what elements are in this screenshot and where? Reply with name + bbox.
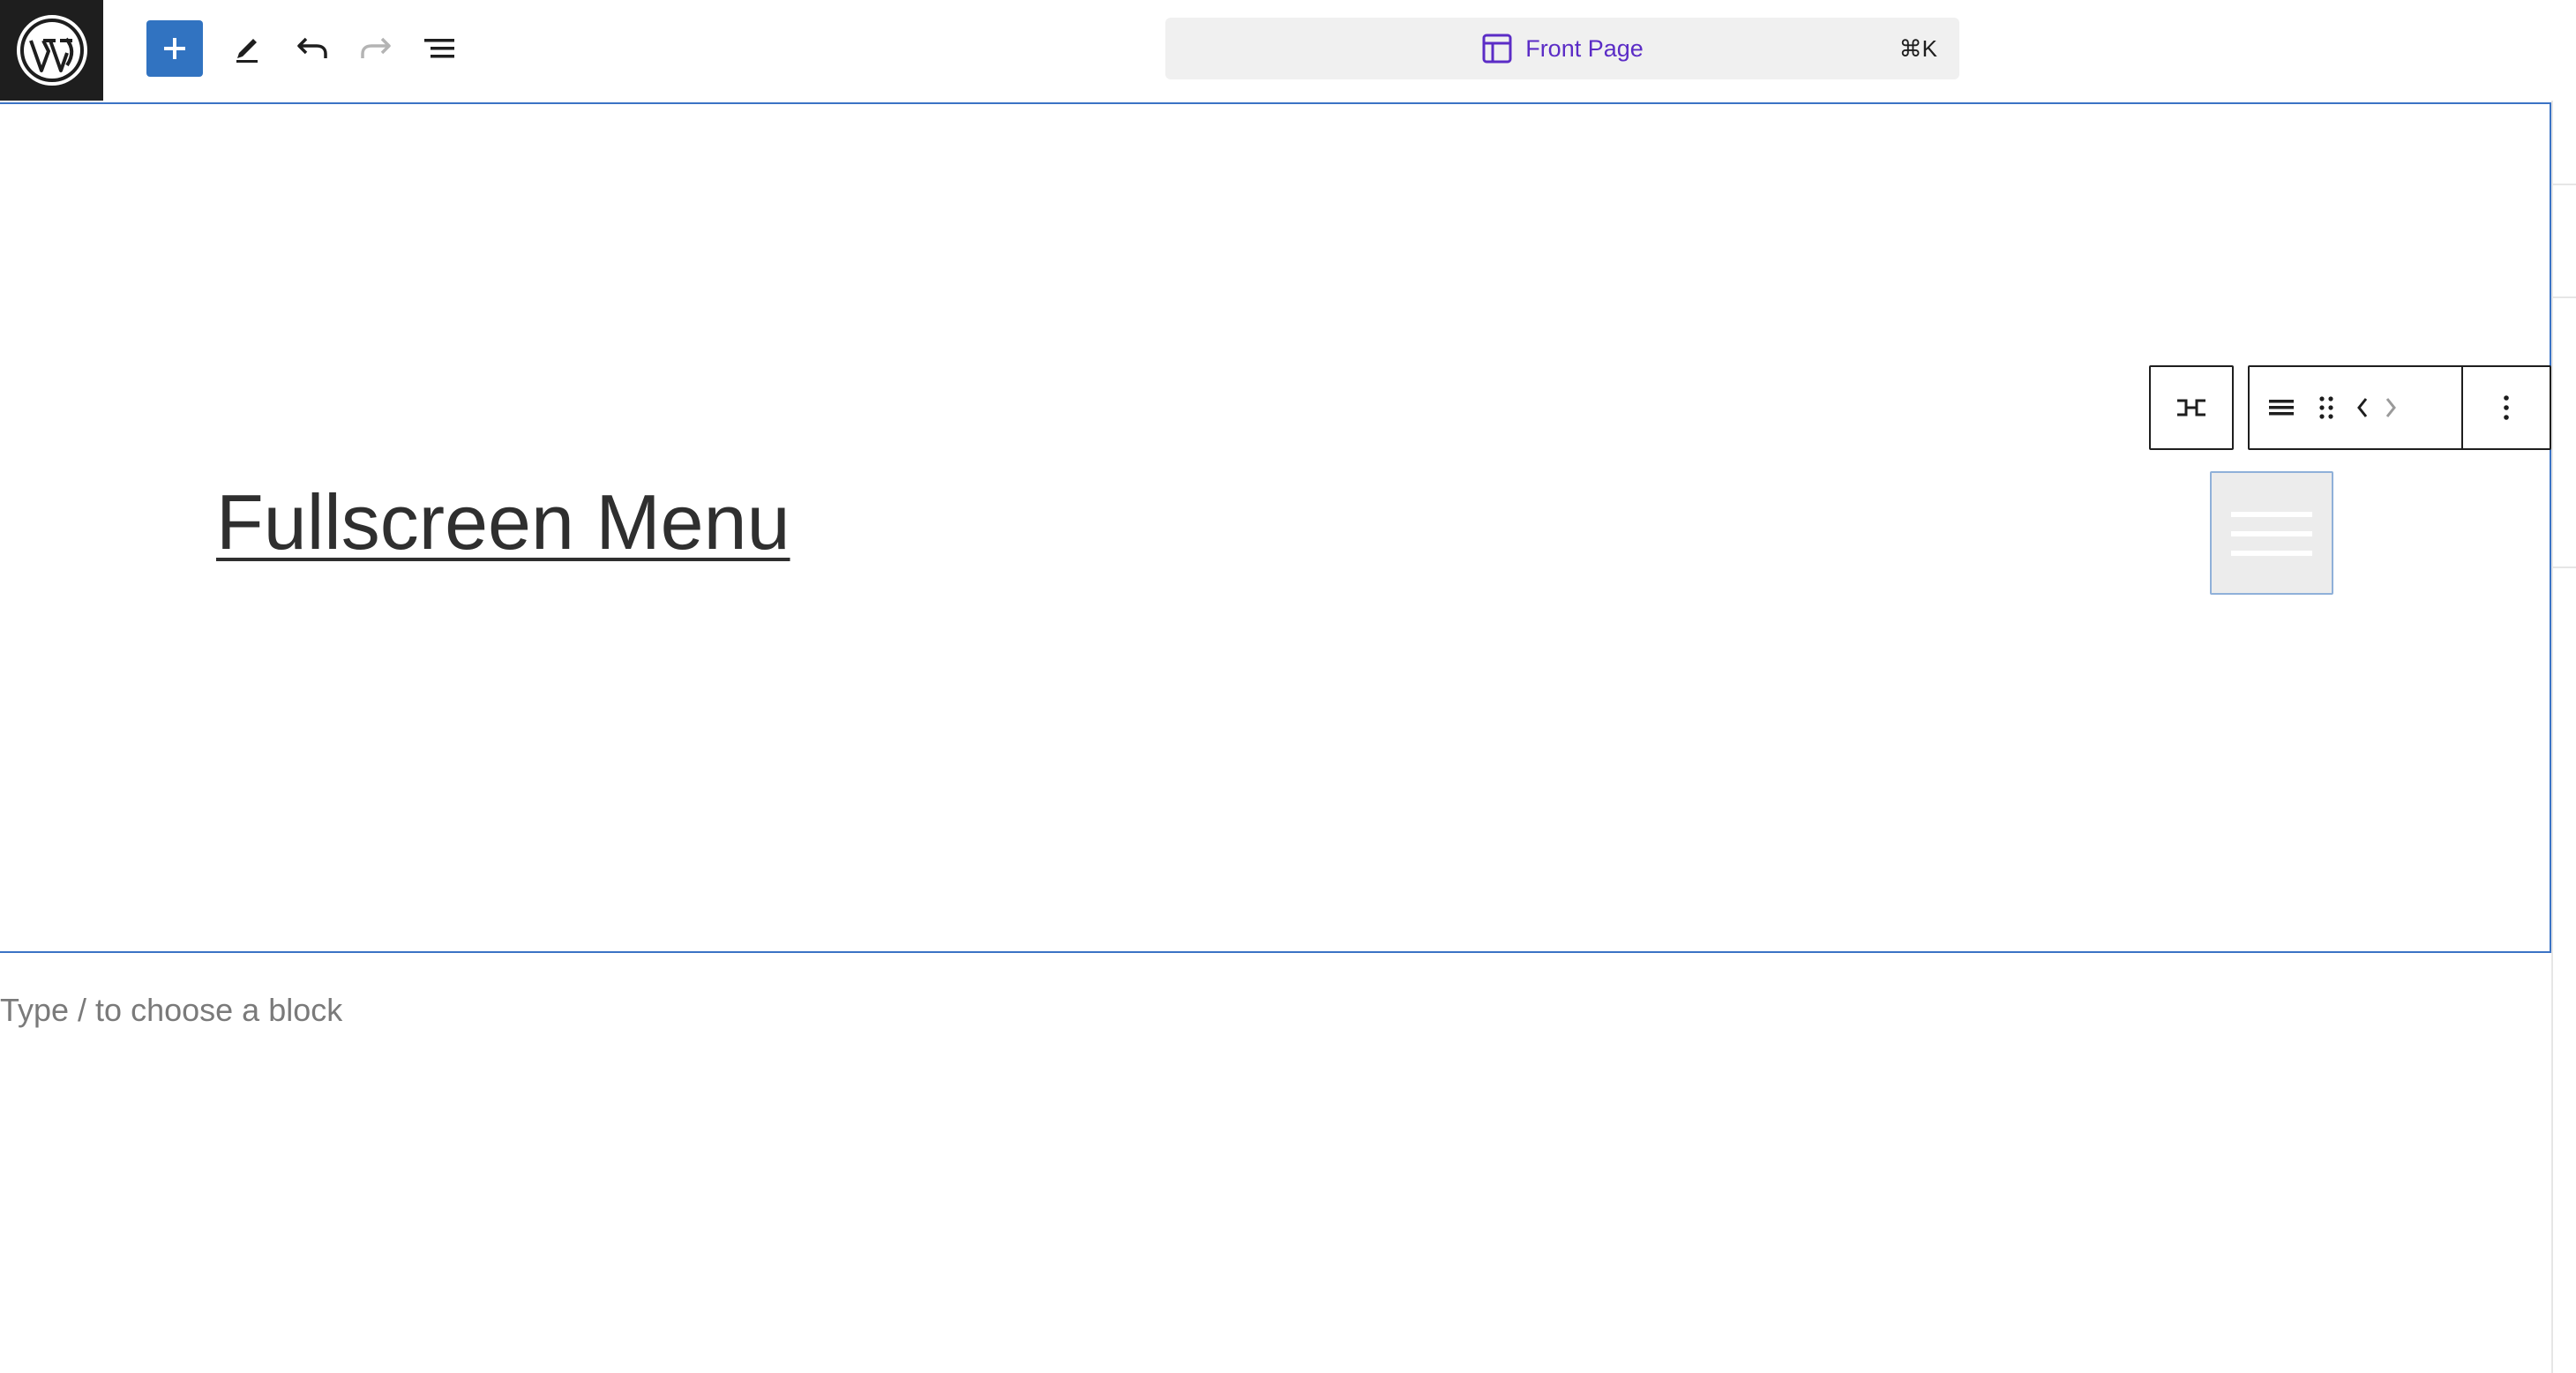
navigation-icon (2269, 400, 2294, 416)
undo-button[interactable] (284, 20, 341, 77)
chevron-left-icon (2357, 398, 2368, 417)
plus-icon (164, 38, 185, 59)
list-view-icon (424, 39, 454, 58)
drag-handle[interactable] (2308, 367, 2345, 448)
drag-handle-icon (2319, 396, 2333, 419)
move-right-button[interactable] (2377, 367, 2405, 448)
block-type-button[interactable] (2258, 367, 2304, 448)
select-parent-button[interactable] (2151, 367, 2232, 448)
rail-divider (2553, 296, 2576, 298)
list-view-button[interactable] (411, 20, 468, 77)
chevron-right-icon (2385, 398, 2396, 417)
header-template-part[interactable]: Fullscreen Menu (0, 102, 2551, 953)
document-title: Front Page (1165, 18, 1959, 79)
redo-button[interactable] (348, 20, 404, 77)
rail-divider (2553, 184, 2576, 185)
more-vertical-icon (2504, 395, 2509, 420)
editor-canvas: Fullscreen Menu Type / to choose a block (0, 101, 2551, 1373)
keyboard-shortcut: ⌘K (1898, 34, 1937, 62)
undo-icon (297, 37, 327, 58)
block-options-button[interactable] (2463, 367, 2550, 448)
block-toolbar-parent (2149, 365, 2234, 450)
rail-divider (2553, 566, 2576, 568)
editor-header: Front Page ⌘K (0, 0, 2576, 101)
wordpress-logo-button[interactable] (0, 0, 103, 101)
command-palette-bar[interactable]: Front Page ⌘K (1165, 18, 1959, 79)
move-left-button[interactable] (2348, 367, 2377, 448)
redo-icon (361, 37, 391, 58)
navigation-menu-toggle[interactable] (2210, 471, 2333, 595)
block-toolbar (2248, 365, 2551, 450)
navigation-parent-icon (2177, 399, 2205, 416)
pencil-icon (236, 39, 258, 63)
document-title-text: Front Page (1525, 34, 1644, 62)
block-appender-placeholder[interactable]: Type / to choose a block (0, 992, 342, 1029)
layout-icon (1482, 34, 1512, 64)
sidebar-edge (2551, 101, 2576, 1373)
wordpress-icon (16, 15, 87, 86)
site-title-link[interactable]: Fullscreen Menu (216, 484, 790, 561)
add-block-button[interactable] (146, 20, 203, 77)
tools-button[interactable] (219, 20, 275, 77)
